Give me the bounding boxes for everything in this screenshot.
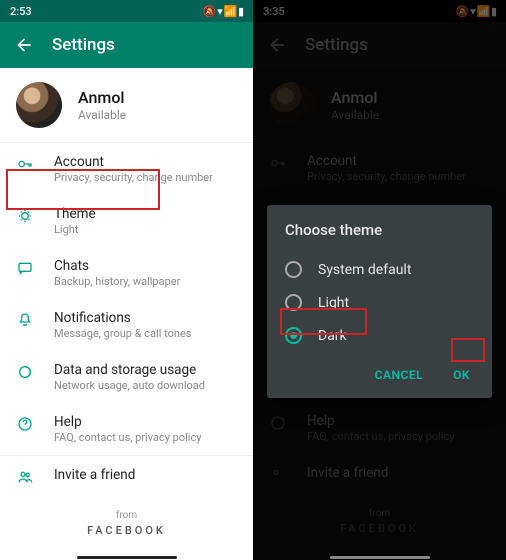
theme-option-dark[interactable]: Dark: [285, 319, 474, 352]
settings-item-invite[interactable]: Invite a friend: [0, 456, 253, 496]
radio-label: System default: [318, 262, 411, 278]
theme-option-system[interactable]: System default: [285, 253, 474, 286]
username: Anmol: [78, 88, 126, 107]
page-title: Settings: [52, 35, 115, 55]
item-title: Theme: [54, 206, 237, 222]
nav-pill: [77, 556, 177, 559]
settings-item-data[interactable]: Data and storage usageNetwork usage, aut…: [0, 351, 253, 403]
item-title: Invite a friend: [54, 467, 237, 483]
item-sub: FAQ, contact us, privacy policy: [54, 431, 237, 444]
clock: 2:53: [10, 5, 32, 18]
settings-item-notifications[interactable]: NotificationsMessage, group & call tones: [0, 299, 253, 351]
radio-icon: [285, 261, 302, 278]
settings-item-help[interactable]: HelpFAQ, contact us, privacy policy: [0, 403, 253, 455]
footer-brand: FACEBOOK: [0, 524, 253, 537]
phone-dark: 3:35 🔕 ▾ 📶 ▮ Settings Anmol Available Ac…: [253, 0, 506, 560]
item-title: Notifications: [54, 310, 237, 326]
back-icon[interactable]: [14, 35, 34, 55]
user-status: Available: [78, 108, 126, 122]
settings-item-theme[interactable]: ThemeLight: [0, 195, 253, 247]
item-sub: Privacy, security, change number: [54, 171, 237, 184]
status-icons: 🔕 ▾ 📶 ▮: [203, 5, 243, 18]
item-sub: Message, group & call tones: [54, 327, 237, 340]
profile-row[interactable]: Anmol Available: [0, 68, 253, 142]
help-icon: [16, 414, 34, 432]
key-icon: [16, 154, 34, 172]
dialog-title: Choose theme: [285, 221, 474, 239]
settings-item-account[interactable]: AccountPrivacy, security, change number: [0, 143, 253, 195]
item-title: Account: [54, 154, 237, 170]
navbar: [253, 554, 506, 560]
footer-from: from: [0, 510, 253, 521]
radio-icon: [285, 294, 302, 311]
ok-button[interactable]: OK: [449, 362, 474, 388]
radio-icon: [285, 327, 302, 344]
settings-item-chats[interactable]: ChatsBackup, history, wallpaper: [0, 247, 253, 299]
appbar: Settings: [0, 22, 253, 68]
cancel-button[interactable]: CANCEL: [371, 362, 427, 388]
item-sub: Network usage, auto download: [54, 379, 237, 392]
item-sub: Light: [54, 223, 237, 236]
navbar: [0, 554, 253, 560]
data-icon: [16, 362, 34, 380]
item-title: Chats: [54, 258, 237, 274]
theme-dialog: Choose theme System default Light Dark C…: [267, 205, 492, 398]
item-sub: Backup, history, wallpaper: [54, 275, 237, 288]
people-icon: [16, 467, 34, 485]
radio-label: Dark: [318, 328, 347, 344]
nav-pill: [330, 556, 430, 559]
theme-option-light[interactable]: Light: [285, 286, 474, 319]
dialog-actions: CANCEL OK: [285, 362, 474, 388]
item-title: Help: [54, 414, 237, 430]
avatar: [16, 82, 62, 128]
footer: from FACEBOOK: [0, 496, 253, 551]
radio-label: Light: [318, 295, 349, 311]
statusbar: 2:53 🔕 ▾ 📶 ▮: [0, 0, 253, 22]
item-title: Data and storage usage: [54, 362, 237, 378]
phone-light: 2:53 🔕 ▾ 📶 ▮ Settings Anmol Available Ac…: [0, 0, 253, 560]
bell-icon: [16, 310, 34, 328]
theme-icon: [16, 206, 34, 224]
chat-icon: [16, 258, 34, 276]
